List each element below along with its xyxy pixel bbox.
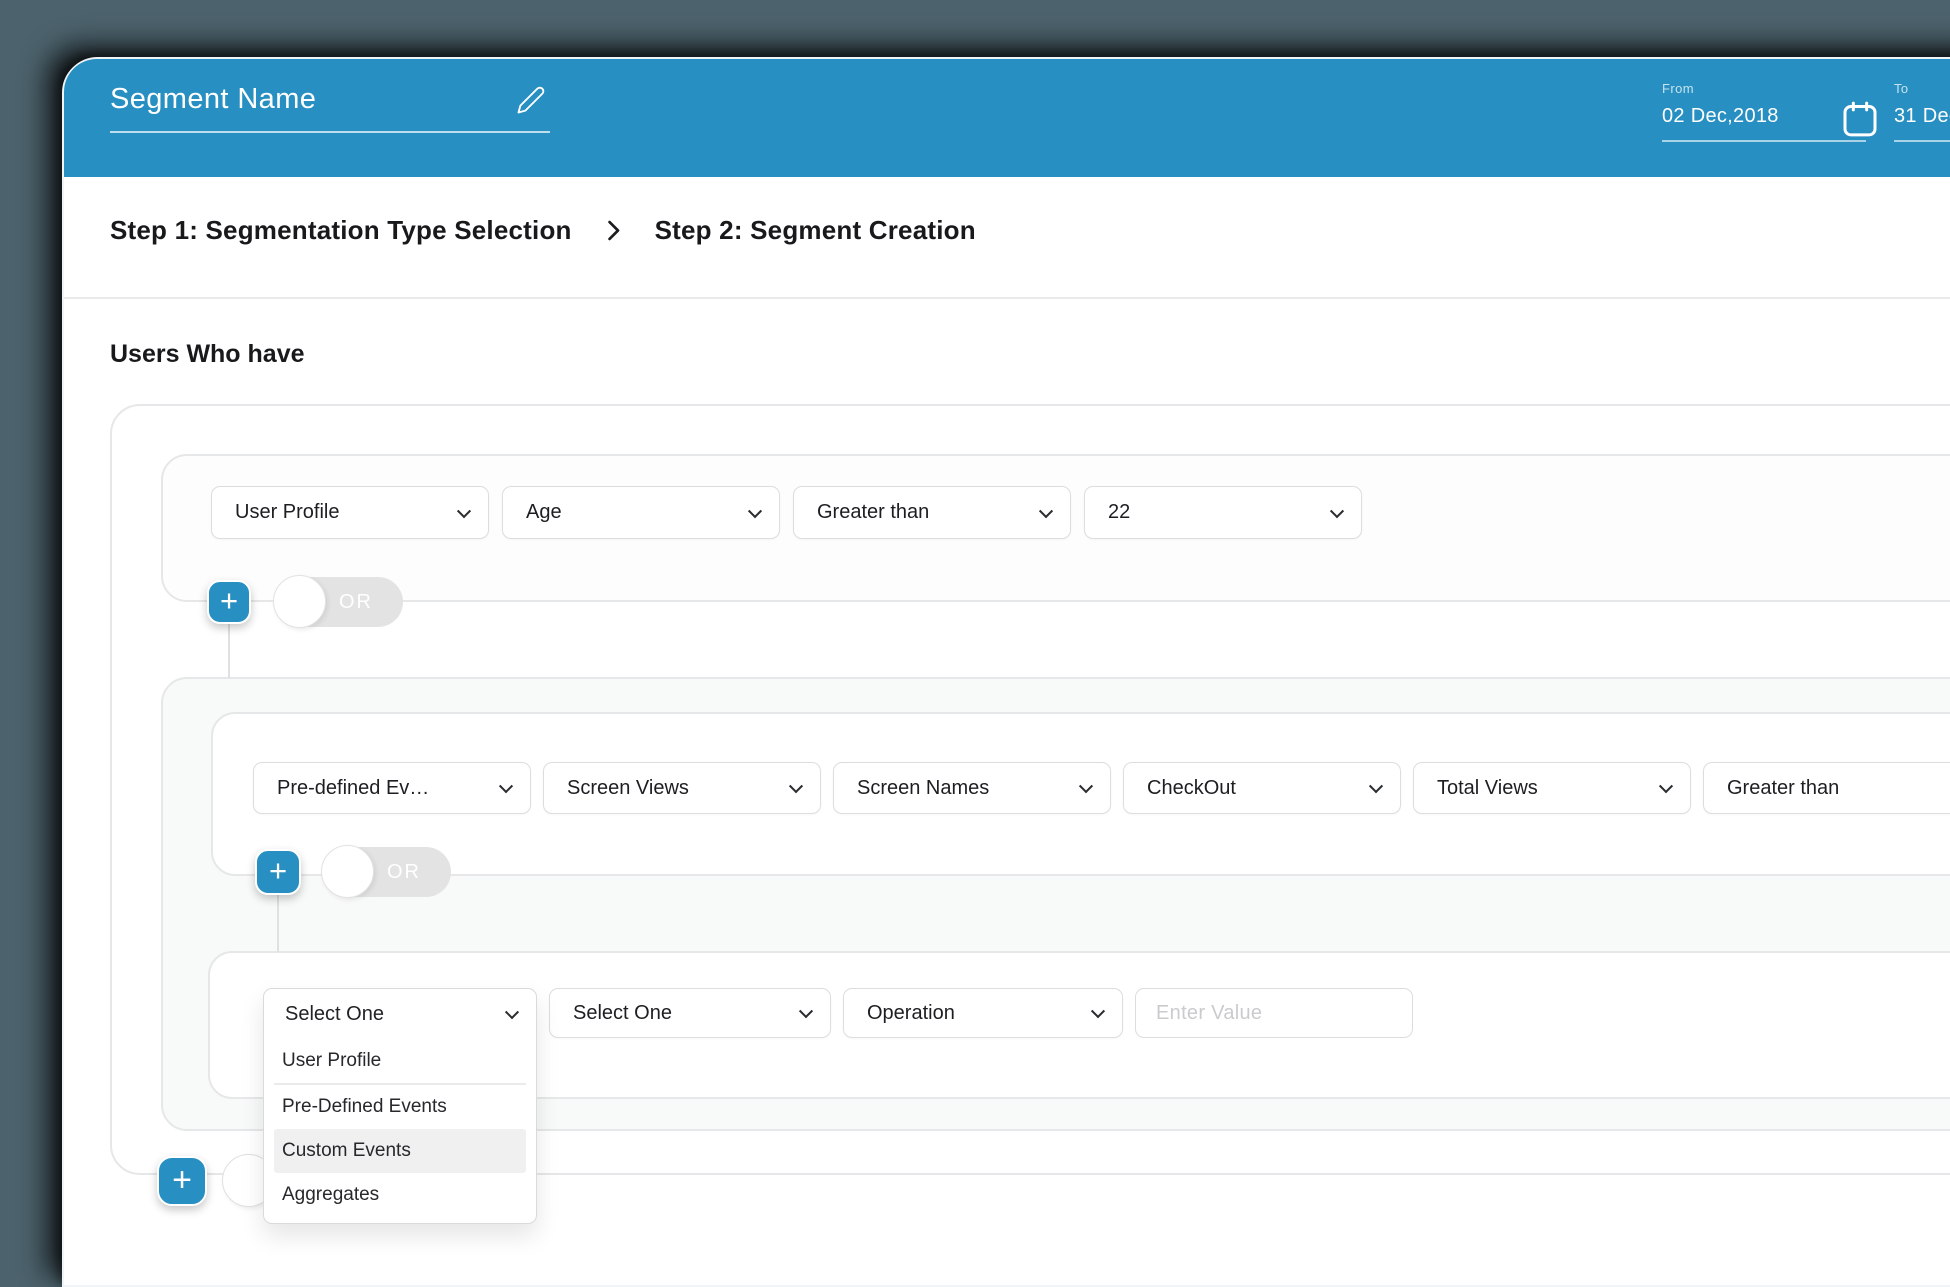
condition-group-1: User Profile Age Greater than 22	[161, 454, 1950, 602]
value-input[interactable]	[1135, 988, 1413, 1038]
plus-icon: +	[172, 1160, 192, 1199]
connector-line	[228, 624, 230, 678]
row3-type-select[interactable]: Select One	[264, 989, 536, 1039]
row3-attribute-select[interactable]: Select One	[549, 988, 831, 1038]
chevron-down-icon	[747, 503, 763, 518]
condition-row-1: User Profile Age Greater than 22	[211, 486, 1362, 539]
chevron-down-icon	[798, 1004, 814, 1019]
select-value: Greater than	[817, 501, 930, 523]
calendar-icon[interactable]	[1840, 99, 1880, 139]
date-to-field[interactable]: To 31 Dec,2018	[1894, 81, 1950, 142]
date-from-value: 02 Dec,2018	[1662, 105, 1866, 142]
step-2-tab[interactable]: Step 2: Segment Creation	[655, 215, 976, 246]
select-value: Pre-defined Ev…	[277, 776, 430, 799]
row2-operator-select[interactable]: Greater than	[1703, 762, 1950, 814]
section-title: Users Who have	[110, 340, 305, 368]
row1-operator-select[interactable]: Greater than	[793, 486, 1071, 539]
select-dropdown-menu: User Profile Pre-Defined Events Custom E…	[264, 1039, 536, 1223]
menu-item-aggregates[interactable]: Aggregates	[274, 1173, 526, 1217]
condition-subgroup-2b: Select One Operation Select One	[208, 951, 1950, 1224]
row1-attribute-select[interactable]: Age	[502, 486, 780, 539]
chevron-down-icon	[1078, 779, 1094, 794]
header-bar: Segment Name From 02 Dec,2018 To 31 Dec,…	[64, 59, 1950, 177]
date-to-value: 31 Dec,2018	[1894, 105, 1950, 142]
select-value: User Profile	[235, 501, 340, 523]
menu-item-user-profile[interactable]: User Profile	[274, 1039, 526, 1083]
row1-value-select[interactable]: 22	[1084, 486, 1362, 539]
select-value: 22	[1108, 501, 1131, 523]
select-value: Total Views	[1437, 776, 1538, 799]
date-from-label: From	[1662, 81, 1694, 96]
row3-operation-select[interactable]: Operation	[843, 988, 1123, 1038]
chevron-down-icon	[788, 779, 804, 794]
or-label: OR	[339, 590, 373, 613]
add-condition-button-2[interactable]: +	[255, 849, 301, 895]
row1-type-select[interactable]: User Profile	[211, 486, 489, 539]
row3-type-select-open: Select One User Profile Pre-Defined Even…	[263, 988, 537, 1224]
header-divider	[64, 297, 1950, 299]
menu-item-custom-events[interactable]: Custom Events	[274, 1128, 526, 1173]
menu-item-pre-defined-events[interactable]: Pre-Defined Events	[274, 1085, 526, 1129]
chevron-down-icon	[1329, 503, 1345, 518]
edit-pencil-icon[interactable]	[516, 85, 546, 115]
chevron-down-icon	[498, 779, 514, 794]
dimmed-backdrop: { "colors": { "header-bg": "#278fc1", "a…	[0, 0, 1950, 1287]
add-condition-group-button[interactable]: +	[157, 1156, 207, 1206]
and-or-toggle-2[interactable]: OR	[321, 845, 451, 898]
add-condition-button-1[interactable]: +	[207, 580, 251, 624]
segment-conditions-card: User Profile Age Greater than 22 + OR Pr…	[110, 404, 1950, 1224]
plus-icon: +	[219, 583, 239, 618]
select-value: Select One	[285, 1002, 384, 1025]
row2-event-select[interactable]: Screen Views	[543, 762, 821, 814]
select-value: Age	[526, 501, 562, 523]
toggle-knob	[321, 845, 374, 898]
condition-row-2: Pre-defined Ev… Screen Views Screen Name…	[253, 762, 1950, 814]
row2-type-select[interactable]: Pre-defined Ev…	[253, 762, 531, 814]
row2-screen-select[interactable]: CheckOut	[1123, 762, 1401, 814]
step-1-tab[interactable]: Step 1: Segmentation Type Selection	[110, 215, 572, 246]
chevron-down-icon	[456, 503, 472, 518]
plus-icon: +	[268, 853, 288, 888]
chevron-right-icon	[607, 220, 619, 241]
segment-name-input[interactable]: Segment Name	[110, 83, 550, 133]
row2-metric-select[interactable]: Total Views	[1413, 762, 1691, 814]
step-breadcrumb: Step 1: Segmentation Type Selection Step…	[110, 215, 976, 246]
or-label: OR	[387, 860, 421, 883]
date-to-label: To	[1894, 81, 1909, 96]
row2-property-select[interactable]: Screen Names	[833, 762, 1111, 814]
segment-name-text: Segment Name	[110, 83, 317, 115]
chevron-up-icon	[504, 1005, 520, 1020]
chevron-down-icon	[1090, 1004, 1106, 1019]
select-value: Operation	[867, 1001, 955, 1024]
toggle-knob	[273, 575, 326, 628]
chevron-down-icon	[1658, 779, 1674, 794]
connector-line	[277, 895, 279, 952]
condition-subgroup-2a: Pre-defined Ev… Screen Views Screen Name…	[211, 712, 1950, 876]
and-or-toggle-1[interactable]: OR	[273, 575, 403, 628]
select-value: Screen Views	[567, 776, 689, 799]
chevron-down-icon	[1038, 503, 1054, 518]
select-value: Select One	[573, 1001, 672, 1024]
chevron-down-icon	[1368, 779, 1384, 794]
select-value: CheckOut	[1147, 776, 1236, 799]
condition-group-2: Pre-defined Ev… Screen Views Screen Name…	[161, 677, 1950, 1224]
select-value: Screen Names	[857, 776, 990, 799]
select-value: Greater than	[1727, 776, 1840, 799]
date-from-field[interactable]: From 02 Dec,2018	[1662, 81, 1866, 142]
segment-builder-window: Segment Name From 02 Dec,2018 To 31 Dec,…	[62, 57, 1950, 1287]
